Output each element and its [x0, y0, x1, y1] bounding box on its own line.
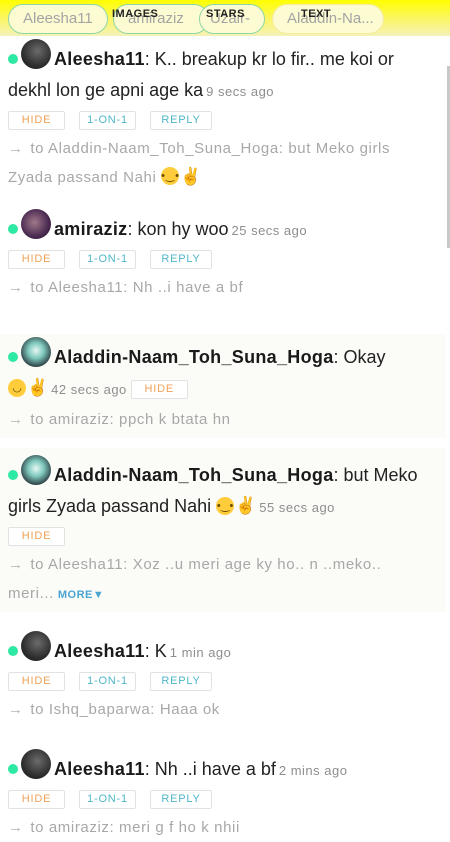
- reply-button[interactable]: REPLY: [150, 111, 212, 131]
- message-header: Aladdin-Naam_Toh_Suna_Hoga: Okay: [8, 337, 438, 373]
- timestamp: 25 secs ago: [231, 223, 308, 238]
- message-header: Aladdin-Naam_Toh_Suna_Hoga: but Meko gir…: [8, 455, 438, 523]
- online-status-icon: [8, 54, 18, 65]
- one-on-one-button[interactable]: 1-ON-1: [79, 672, 136, 691]
- one-on-one-button[interactable]: 1-ON-1: [79, 790, 136, 809]
- username[interactable]: Aleesha11: [54, 49, 145, 69]
- avatar[interactable]: [21, 209, 51, 240]
- message-text: : K: [144, 641, 167, 661]
- hide-button[interactable]: HIDE: [8, 111, 65, 131]
- message-text: : Nh ..i have a bf: [144, 759, 276, 779]
- username[interactable]: Aladdin-Naam_Toh_Suna_Hoga: [54, 347, 334, 367]
- action-buttons: HIDE 1-ON-1 REPLY: [8, 790, 438, 810]
- timestamp: 1 min ago: [169, 645, 232, 660]
- online-status-icon: [8, 224, 18, 235]
- reply-preview: → to Aleesha11: Nh ..i have a bf: [8, 273, 438, 302]
- hide-button[interactable]: HIDE: [8, 790, 65, 809]
- online-status-icon: [8, 352, 18, 363]
- reply-preview: → to Aleesha11: Xoz ..u meri age ky ho..…: [8, 550, 438, 610]
- reply-text: to Ishq_baparwa: Haaa ok: [30, 701, 220, 718]
- reply-arrow-icon: →: [8, 279, 24, 296]
- avatar[interactable]: [21, 749, 51, 780]
- victory-hand-icon: ✌: [27, 378, 49, 397]
- confused-face-icon: •‿•: [161, 167, 180, 186]
- reply-preview: → to Aladdin-Naam_Toh_Suna_Hoga: but Mek…: [8, 134, 438, 193]
- timestamp: 55 secs ago: [259, 500, 335, 516]
- reply-preview: → to amiraziz: meri g f ho k nhii: [8, 813, 438, 842]
- message-item: Aladdin-Naam_Toh_Suna_Hoga: Okay ◡ ✌ 42 se…: [0, 334, 446, 438]
- message-item: Aleesha11: K1 min ago HIDE 1-ON-1 REPLY → …: [0, 631, 446, 724]
- message-header: Aleesha11: K1 min ago: [8, 631, 438, 668]
- reply-arrow-icon: →: [8, 140, 24, 158]
- message-header-continued: ◡ ✌ 42 secs ago HIDE: [8, 373, 438, 405]
- message-text: : kon hy woo: [127, 219, 229, 239]
- text-label[interactable]: TEXT: [301, 8, 331, 20]
- message-header: Aleesha11: Nh ..i have a bf 2 mins ago: [8, 749, 438, 786]
- images-label[interactable]: IMAGES: [112, 8, 158, 20]
- one-on-one-button[interactable]: 1-ON-1: [79, 250, 136, 269]
- stars-label[interactable]: STARS: [206, 8, 245, 20]
- timestamp: 2 mins ago: [278, 763, 348, 778]
- reply-preview: → to Ishq_baparwa: Haaa ok: [8, 695, 438, 724]
- top-tab-bar: Aleesha11 amiraziz Uzair- Aladdin-Na... …: [0, 0, 450, 36]
- message-item: Aleesha11: K.. breakup kr lo fir.. me ko…: [0, 39, 446, 193]
- tab-aleesha11[interactable]: Aleesha11: [8, 4, 108, 34]
- username[interactable]: Aleesha11: [54, 641, 145, 661]
- online-status-icon: [8, 764, 18, 775]
- online-status-icon: [8, 470, 18, 481]
- action-buttons: HIDE 1-ON-1 REPLY: [8, 672, 438, 692]
- action-buttons: HIDE 1-ON-1 REPLY: [8, 111, 438, 131]
- more-button[interactable]: MORE▼: [58, 589, 104, 601]
- one-on-one-button[interactable]: 1-ON-1: [79, 111, 136, 131]
- hide-button[interactable]: HIDE: [130, 380, 188, 399]
- reply-preview: → to amiraziz: ppch k btata hn: [8, 405, 438, 434]
- reply-button[interactable]: REPLY: [150, 790, 212, 809]
- avatar[interactable]: [21, 337, 51, 368]
- online-status-icon: [8, 646, 18, 657]
- victory-hand-icon: ✌: [235, 496, 257, 515]
- confused-face-icon: •‿•: [216, 496, 235, 515]
- smiling-face-icon: ◡: [8, 378, 26, 397]
- reply-text: to amiraziz: ppch k btata hn: [30, 411, 231, 429]
- message-text: : Okay: [333, 347, 386, 367]
- avatar[interactable]: [21, 631, 51, 662]
- avatar[interactable]: [21, 39, 51, 70]
- reply-button[interactable]: REPLY: [150, 250, 212, 269]
- reply-button[interactable]: REPLY: [150, 672, 212, 691]
- message-header: amiraziz: kon hy woo 25 secs ago: [8, 209, 438, 246]
- reply-arrow-icon: →: [8, 411, 24, 429]
- avatar[interactable]: [21, 455, 51, 486]
- username[interactable]: amiraziz: [54, 219, 127, 239]
- victory-hand-icon: ✌: [180, 166, 202, 186]
- hide-button[interactable]: HIDE: [8, 527, 65, 547]
- reply-text: to amiraziz: meri g f ho k nhii: [30, 819, 240, 836]
- message-item: amiraziz: kon hy woo 25 secs ago HIDE 1-ON…: [0, 209, 446, 302]
- timestamp: 9 secs ago: [206, 84, 275, 100]
- timestamp: 42 secs ago: [51, 382, 127, 398]
- hide-button[interactable]: HIDE: [8, 672, 65, 691]
- message-header: Aleesha11: K.. breakup kr lo fir.. me ko…: [8, 39, 438, 107]
- username[interactable]: Aleesha11: [54, 759, 145, 779]
- reply-arrow-icon: →: [8, 556, 24, 574]
- username[interactable]: Aladdin-Naam_Toh_Suna_Hoga: [54, 465, 334, 485]
- reply-arrow-icon: →: [8, 701, 24, 718]
- action-buttons: HIDE 1-ON-1 REPLY: [8, 250, 438, 270]
- reply-text: to Aleesha11: Nh ..i have a bf: [30, 279, 244, 296]
- action-buttons: HIDE: [8, 527, 438, 547]
- message-item: Aladdin-Naam_Toh_Suna_Hoga: but Meko gir…: [0, 448, 446, 612]
- reply-arrow-icon: →: [8, 819, 24, 836]
- hide-button[interactable]: HIDE: [8, 250, 65, 269]
- message-item: Aleesha11: Nh ..i have a bf 2 mins ago HI…: [0, 749, 446, 842]
